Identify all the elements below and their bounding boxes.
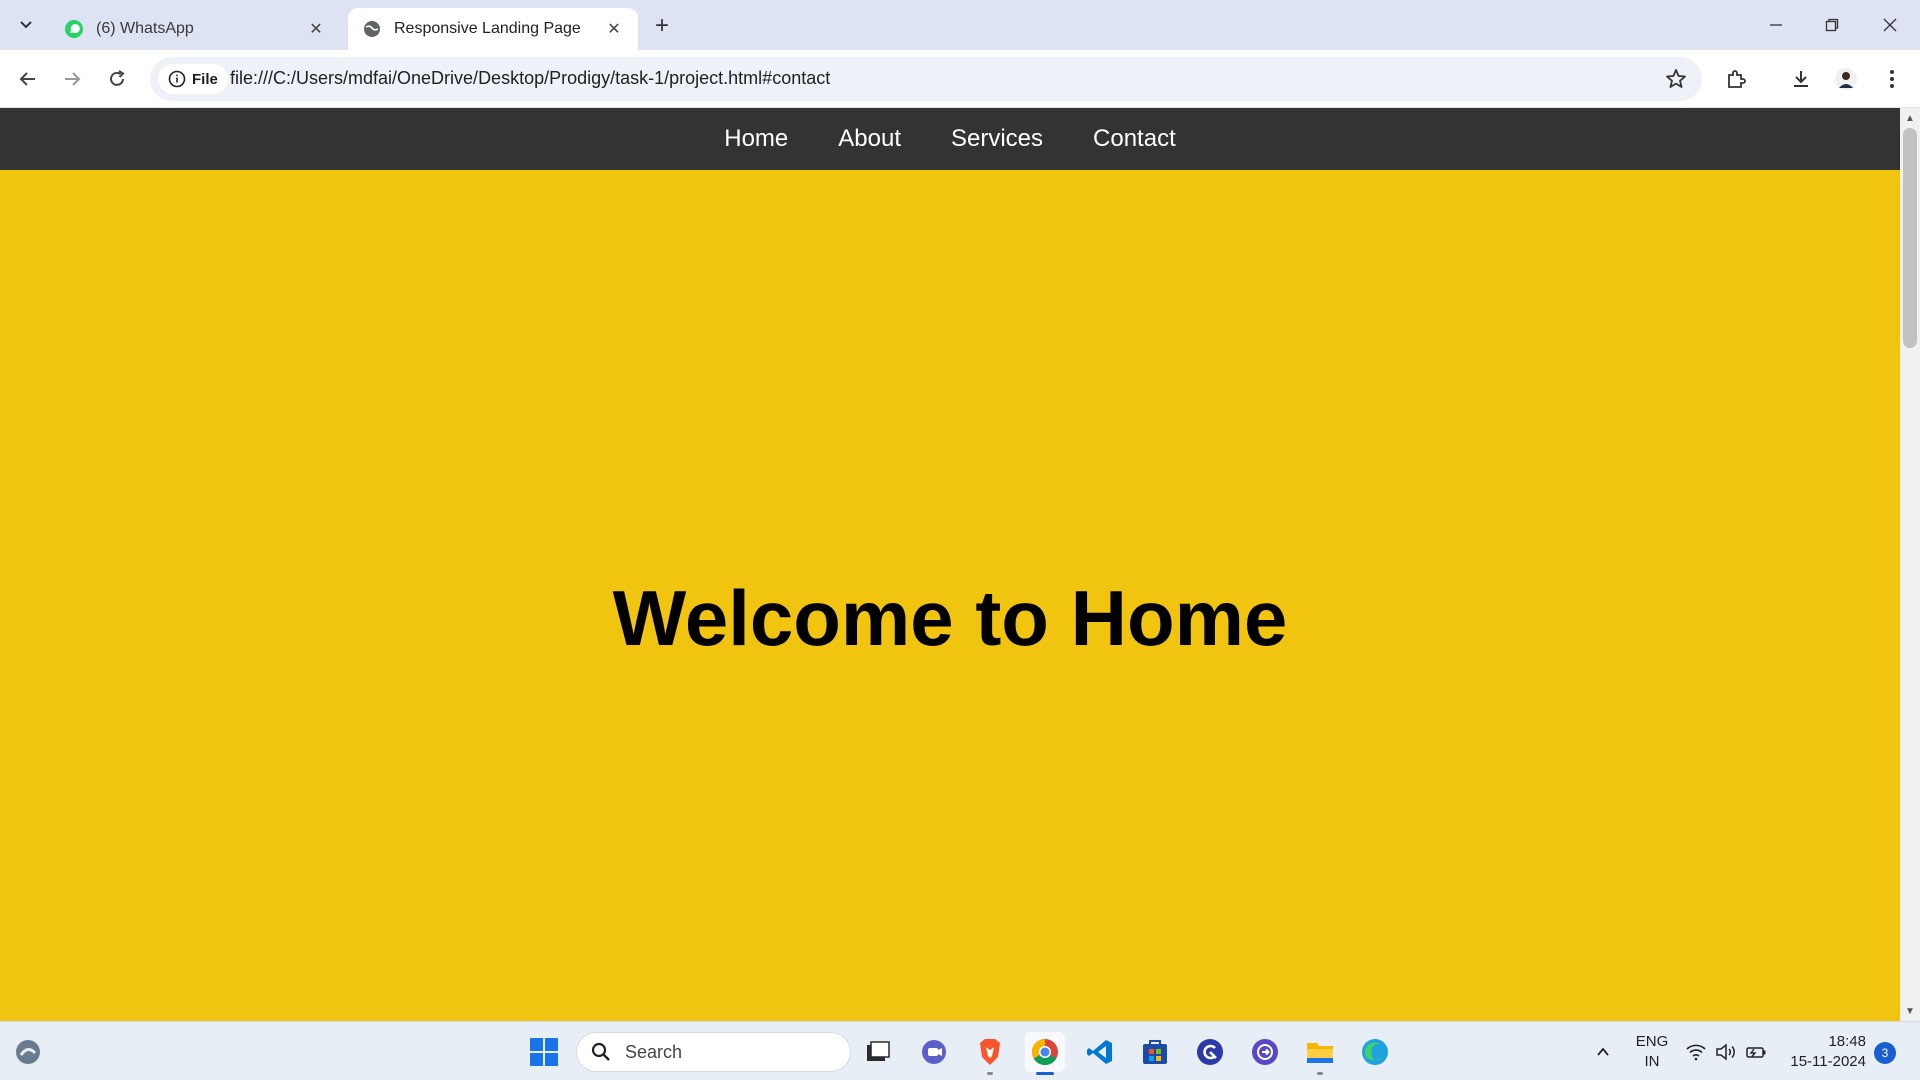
brave-browser-icon bbox=[980, 1039, 1000, 1065]
restore-button[interactable] bbox=[1804, 0, 1860, 50]
nav-link-home[interactable]: Home bbox=[699, 125, 813, 153]
wifi-icon bbox=[1686, 1044, 1706, 1061]
chevron-down-icon bbox=[20, 21, 32, 29]
taskbar-app-blue[interactable] bbox=[1190, 1032, 1230, 1072]
nav-link-services[interactable]: Services bbox=[926, 125, 1068, 153]
tab-whatsapp[interactable]: (6) WhatsApp ✕ bbox=[50, 8, 340, 50]
scroll-thumb[interactable] bbox=[1903, 128, 1917, 348]
address-bar[interactable]: File file:///C:/Users/mdfai/OneDrive/Des… bbox=[150, 57, 1702, 101]
avatar bbox=[1835, 68, 1857, 90]
weather-widget-icon bbox=[16, 1040, 40, 1064]
minimize-button[interactable] bbox=[1748, 0, 1804, 50]
app-arrow-icon bbox=[1252, 1039, 1278, 1065]
arrow-right-icon bbox=[65, 72, 81, 86]
download-icon bbox=[1794, 71, 1808, 87]
new-tab-button[interactable]: + bbox=[648, 12, 676, 40]
language-indicator[interactable]: ENG IN bbox=[1630, 1032, 1674, 1072]
windows-taskbar: Search ENG IN 18:48 15-11-2024 3 bbox=[0, 1021, 1920, 1080]
nav-link-contact[interactable]: Contact bbox=[1068, 125, 1201, 153]
notification-badge[interactable]: 3 bbox=[1874, 1042, 1896, 1064]
microsoft-store-icon bbox=[1143, 1040, 1167, 1064]
system-tray-status[interactable] bbox=[1676, 1032, 1776, 1072]
close-tab-icon[interactable]: ✕ bbox=[306, 19, 326, 39]
scroll-down-arrow-icon[interactable]: ▼ bbox=[1900, 1003, 1920, 1019]
task-view-icon bbox=[867, 1041, 890, 1061]
site-info-chip[interactable]: File bbox=[158, 64, 228, 94]
language-code: ENG bbox=[1635, 1033, 1669, 1050]
chat-icon bbox=[922, 1040, 946, 1064]
vscode-icon bbox=[1087, 1040, 1112, 1064]
running-indicator bbox=[1317, 1072, 1323, 1075]
taskbar-search[interactable]: Search bbox=[576, 1032, 851, 1072]
arrow-left-icon bbox=[19, 72, 35, 86]
tab-title: Responsive Landing Page bbox=[394, 20, 581, 37]
running-indicator bbox=[1036, 1072, 1054, 1075]
reload-icon bbox=[110, 70, 125, 86]
tab-title: (6) WhatsApp bbox=[96, 20, 194, 37]
whatsapp-icon bbox=[65, 20, 83, 38]
clock[interactable]: 18:48 15-11-2024 bbox=[1782, 1032, 1866, 1072]
close-icon bbox=[1883, 18, 1897, 32]
chevron-up-icon bbox=[1597, 1047, 1609, 1056]
nav-link-about[interactable]: About bbox=[813, 125, 926, 153]
taskbar-edge[interactable] bbox=[1355, 1032, 1395, 1072]
browser-toolbar: File file:///C:/Users/mdfai/OneDrive/Des… bbox=[0, 50, 1920, 108]
extensions-button[interactable] bbox=[1720, 63, 1752, 95]
region-code: IN bbox=[1644, 1053, 1660, 1070]
globe-icon bbox=[364, 21, 380, 37]
task-view-button[interactable] bbox=[858, 1032, 898, 1072]
teams-chat-button[interactable] bbox=[914, 1032, 954, 1072]
taskbar-chrome[interactable] bbox=[1025, 1032, 1065, 1075]
page-viewport: Home About Services Contact Welcome to H… bbox=[0, 108, 1900, 1021]
restore-icon bbox=[1825, 18, 1839, 32]
bookmark-star-icon[interactable] bbox=[1664, 67, 1688, 91]
back-button[interactable] bbox=[12, 63, 44, 95]
widgets-button[interactable] bbox=[8, 1032, 48, 1072]
battery-icon bbox=[1746, 1047, 1766, 1058]
app-circle-icon bbox=[1197, 1039, 1223, 1065]
taskbar-store[interactable] bbox=[1135, 1032, 1175, 1072]
search-placeholder: Search bbox=[625, 1041, 683, 1062]
site-navbar: Home About Services Contact bbox=[0, 108, 1900, 170]
forward-button[interactable] bbox=[56, 63, 88, 95]
start-button[interactable] bbox=[524, 1032, 564, 1072]
close-tab-icon[interactable]: ✕ bbox=[604, 19, 624, 39]
site-chip-label: File bbox=[192, 70, 218, 88]
taskbar-app-purple[interactable] bbox=[1245, 1032, 1285, 1072]
show-hidden-icons-button[interactable] bbox=[1583, 1032, 1623, 1072]
tab-search-button[interactable] bbox=[10, 10, 42, 40]
minimize-icon bbox=[1770, 24, 1782, 26]
hero-title: Welcome to Home bbox=[612, 574, 1288, 662]
page-scrollbar[interactable]: ▲ ▼ bbox=[1900, 108, 1920, 1021]
downloads-button[interactable] bbox=[1785, 63, 1817, 95]
windows-logo-icon bbox=[530, 1038, 558, 1066]
profile-button[interactable] bbox=[1830, 63, 1862, 95]
search-icon bbox=[591, 1042, 610, 1061]
close-window-button[interactable] bbox=[1862, 0, 1918, 50]
menu-button[interactable] bbox=[1876, 63, 1908, 95]
clock-date: 15-11-2024 bbox=[1790, 1053, 1866, 1070]
info-icon bbox=[168, 70, 186, 88]
chrome-icon bbox=[1031, 1038, 1058, 1066]
tab-strip: (6) WhatsApp ✕ Responsive Landing Page ✕… bbox=[0, 0, 1920, 50]
clock-time: 18:48 bbox=[1828, 1033, 1866, 1050]
reload-button[interactable] bbox=[101, 63, 133, 95]
volume-icon bbox=[1716, 1043, 1735, 1061]
running-indicator bbox=[987, 1072, 993, 1075]
taskbar-brave[interactable] bbox=[970, 1032, 1010, 1075]
puzzle-icon bbox=[1728, 70, 1746, 88]
scroll-up-arrow-icon[interactable]: ▲ bbox=[1900, 110, 1920, 126]
taskbar-file-explorer[interactable] bbox=[1300, 1032, 1340, 1075]
more-vert-icon bbox=[1890, 70, 1894, 88]
taskbar-vscode[interactable] bbox=[1080, 1032, 1120, 1072]
folder-icon bbox=[1307, 1043, 1333, 1063]
edge-icon bbox=[1362, 1039, 1388, 1065]
url-text[interactable]: file:///C:/Users/mdfai/OneDrive/Desktop/… bbox=[230, 68, 830, 89]
tab-responsive-landing-page[interactable]: Responsive Landing Page ✕ bbox=[348, 8, 638, 50]
